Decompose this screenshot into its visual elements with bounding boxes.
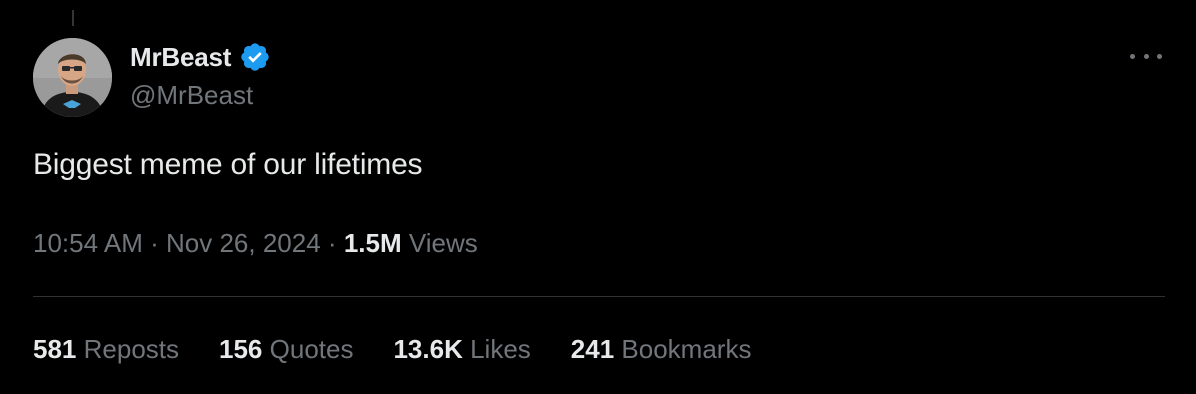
more-horizontal-icon[interactable] (1130, 46, 1162, 66)
tweet-detail: MrBeast @MrBeast Biggest meme of our lif… (0, 0, 1196, 394)
stat-bookmarks[interactable]: 241 Bookmarks (571, 334, 752, 365)
avatar-image (33, 38, 112, 117)
stat-count: 581 (33, 334, 77, 364)
views-label: Views (408, 228, 478, 258)
more-dot (1143, 53, 1149, 59)
stat-likes[interactable]: 13.6K Likes (393, 334, 530, 365)
divider (33, 296, 1165, 297)
stat-label: Reposts (83, 334, 180, 364)
tweet-meta: 10:54 AM · Nov 26, 2024 · 1.5M Views (33, 228, 478, 259)
stat-label: Quotes (269, 334, 354, 364)
tweet-text: Biggest meme of our lifetimes (33, 148, 423, 181)
stat-quotes[interactable]: 156 Quotes (219, 334, 353, 365)
stat-count: 13.6K (393, 334, 463, 364)
verified-badge-icon[interactable] (239, 41, 271, 73)
author-handle[interactable]: @MrBeast (130, 80, 253, 111)
views-count[interactable]: 1.5M (344, 228, 402, 258)
avatar[interactable] (33, 38, 112, 117)
more-dot (1130, 53, 1135, 59)
author-display-name[interactable]: MrBeast (130, 42, 231, 73)
tweet-time[interactable]: 10:54 AM (33, 228, 143, 258)
stat-reposts[interactable]: 581 Reposts (33, 334, 179, 365)
author-name-row: MrBeast (130, 41, 271, 73)
stat-count: 156 (219, 334, 263, 364)
tweet-date[interactable]: Nov 26, 2024 (166, 228, 321, 258)
meta-separator: · (150, 228, 159, 258)
thread-connector-line (72, 10, 74, 26)
stat-label: Likes (470, 334, 531, 364)
engagement-stats: 581 Reposts 156 Quotes 13.6K Likes 241 B… (33, 334, 791, 365)
more-dot (1157, 53, 1162, 59)
meta-separator: · (327, 228, 337, 258)
stat-count: 241 (570, 334, 615, 364)
stat-label: Bookmarks (621, 334, 752, 364)
